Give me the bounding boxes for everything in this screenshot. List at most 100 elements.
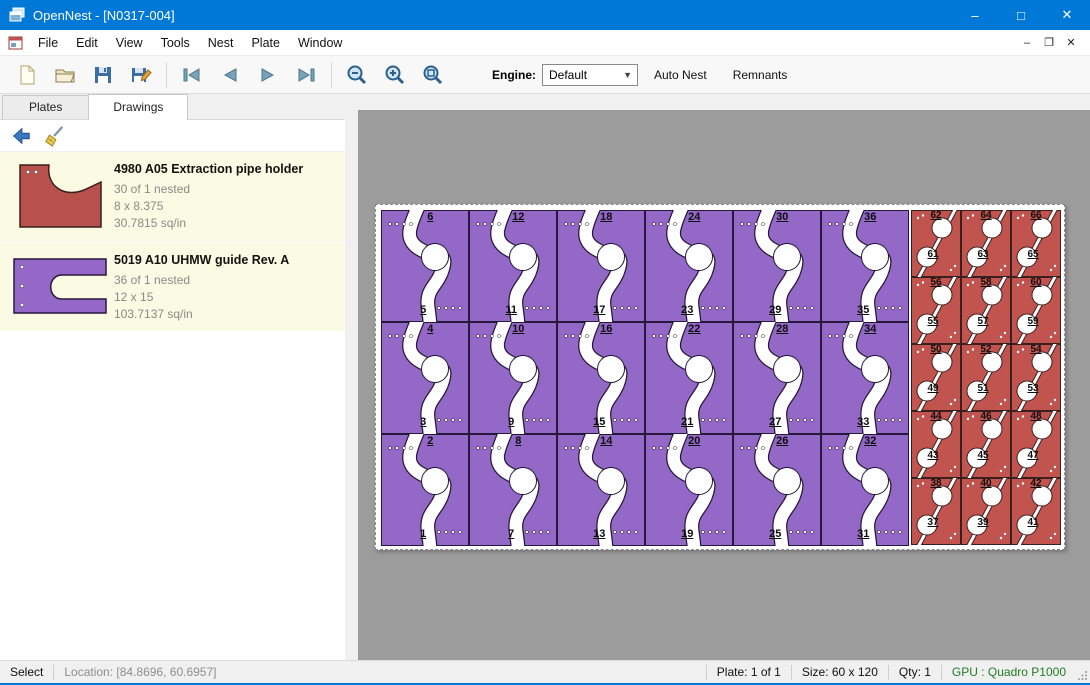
nested-part-pair[interactable]: 3433 xyxy=(821,322,909,434)
nested-part-pair[interactable]: 4241 xyxy=(1011,478,1061,545)
mdi-minimize-button[interactable]: – xyxy=(1016,37,1038,49)
broom-icon xyxy=(44,125,66,147)
save-as-button[interactable] xyxy=(122,59,160,91)
nested-part-pair[interactable]: 4645 xyxy=(961,411,1011,478)
nested-part-pair[interactable]: 2019 xyxy=(645,434,733,546)
nested-part-pair[interactable]: 65 xyxy=(381,210,469,322)
part-number: 62 xyxy=(930,210,941,221)
nested-part-pair[interactable]: 56 55 xyxy=(911,277,961,344)
clear-parts-button[interactable] xyxy=(38,122,72,150)
part-thumbnail-purple xyxy=(6,249,114,323)
nested-part-pair[interactable]: 10 9 xyxy=(469,322,557,434)
part-number: 9 xyxy=(508,416,514,428)
part-number: 1 xyxy=(420,528,426,540)
menu-nest[interactable]: Nest xyxy=(199,32,243,54)
nested-part-pair[interactable]: 3837 xyxy=(911,478,961,545)
nested-part-pair[interactable]: 6261 xyxy=(911,210,961,277)
part-number: 11 xyxy=(505,304,517,316)
part-number: 55 xyxy=(927,316,938,327)
part-list-item[interactable]: 4980 A05 Extraction pipe holder 30 of 1 … xyxy=(0,152,345,243)
nested-part-pair[interactable]: 1615 xyxy=(557,322,645,434)
nested-part-pair[interactable]: 2827 xyxy=(733,322,821,434)
part-number: 18 xyxy=(600,211,612,223)
status-mode: Select xyxy=(0,665,53,679)
part-number: 63 xyxy=(977,249,988,260)
auto-nest-button[interactable]: Auto Nest xyxy=(644,62,717,88)
menu-edit[interactable]: Edit xyxy=(67,32,107,54)
menu-file[interactable]: File xyxy=(29,32,67,54)
minimize-button[interactable]: – xyxy=(952,0,998,30)
menu-window[interactable]: Window xyxy=(289,32,351,54)
last-plate-button[interactable] xyxy=(287,59,325,91)
mdi-restore-button[interactable]: ❐ xyxy=(1038,36,1060,49)
nested-part-pair[interactable]: 1817 xyxy=(557,210,645,322)
engine-select[interactable]: Default ▼ xyxy=(542,64,638,86)
part-number: 57 xyxy=(977,316,988,327)
nested-part-pair[interactable]: 2221 xyxy=(645,322,733,434)
nested-part-pair[interactable]: 64 63 xyxy=(961,210,1011,277)
open-file-button[interactable] xyxy=(46,59,84,91)
part-list-item[interactable]: 5019 A10 UHMW guide Rev. A 36 of 1 neste… xyxy=(0,243,345,332)
zoom-out-button[interactable] xyxy=(338,59,376,91)
part-number: 35 xyxy=(857,304,869,316)
nested-part-pair[interactable]: 5251 xyxy=(961,344,1011,411)
nested-part-pair[interactable]: 5453 xyxy=(1011,344,1061,411)
part-number: 31 xyxy=(857,528,869,540)
nested-part-pair[interactable]: 2625 xyxy=(733,434,821,546)
resize-grip-icon[interactable] xyxy=(1076,661,1090,683)
nested-part-pair[interactable]: 6059 xyxy=(1011,277,1061,344)
return-part-button[interactable] xyxy=(4,122,38,150)
part-title: 4980 A05 Extraction pipe holder xyxy=(114,162,303,176)
title-bar: OpenNest - [N0317-004] – □ ✕ xyxy=(0,0,1090,30)
nested-part-pair[interactable]: 6665 xyxy=(1011,210,1061,277)
remnants-button[interactable]: Remnants xyxy=(723,62,798,88)
new-file-icon xyxy=(15,63,39,87)
part-number: 53 xyxy=(1027,383,1038,394)
nested-part-pair[interactable]: 1211 xyxy=(469,210,557,322)
menu-plate[interactable]: Plate xyxy=(242,32,289,54)
save-button[interactable] xyxy=(84,59,122,91)
nested-part-pair[interactable]: 3231 xyxy=(821,434,909,546)
part-number: 64 xyxy=(980,210,991,221)
mdi-close-button[interactable]: ✕ xyxy=(1060,36,1082,49)
previous-plate-button[interactable] xyxy=(211,59,249,91)
nested-part-pair[interactable]: 3635 xyxy=(821,210,909,322)
part-number: 49 xyxy=(927,383,938,394)
part-number: 59 xyxy=(1027,316,1038,327)
status-gpu: GPU : Quadro P1000 xyxy=(942,665,1076,679)
nested-part-pair[interactable]: 1413 xyxy=(557,434,645,546)
nested-part-pair[interactable]: 5857 xyxy=(961,277,1011,344)
nested-part-pair[interactable]: 4039 xyxy=(961,478,1011,545)
zoom-fit-button[interactable] xyxy=(414,59,452,91)
maximize-button[interactable]: □ xyxy=(998,0,1044,30)
part-number: 24 xyxy=(688,211,700,223)
nested-part-pair[interactable]: 87 xyxy=(469,434,557,546)
last-arrow-icon xyxy=(294,63,318,87)
part-number: 27 xyxy=(769,416,781,428)
part-number: 16 xyxy=(600,323,612,335)
nested-part-pair[interactable]: 4847 xyxy=(1011,411,1061,478)
nested-part-pair[interactable]: 4443 xyxy=(911,411,961,478)
menu-view[interactable]: View xyxy=(107,32,152,54)
document-icon xyxy=(8,36,23,50)
new-file-button[interactable] xyxy=(8,59,46,91)
nested-part-pair[interactable]: 3029 xyxy=(733,210,821,322)
nest-canvas[interactable]: 6512111817242330293635431091615222128273… xyxy=(358,110,1090,660)
part-number: 19 xyxy=(681,528,693,540)
tab-drawings[interactable]: Drawings xyxy=(88,94,188,120)
nested-part-pair[interactable]: 43 xyxy=(381,322,469,434)
zoom-in-button[interactable] xyxy=(376,59,414,91)
part-number: 48 xyxy=(1030,411,1041,422)
part-area: 103.7137 sq/in xyxy=(114,306,289,323)
menu-tools[interactable]: Tools xyxy=(152,32,199,54)
nested-part-pair[interactable]: 21 xyxy=(381,434,469,546)
part-number: 56 xyxy=(930,277,941,288)
part-number: 10 xyxy=(512,323,524,335)
close-button[interactable]: ✕ xyxy=(1044,0,1090,30)
nested-part-pair[interactable]: 5049 xyxy=(911,344,961,411)
plate[interactable]: 6512111817242330293635431091615222128273… xyxy=(375,204,1065,550)
first-plate-button[interactable] xyxy=(173,59,211,91)
tab-plates[interactable]: Plates xyxy=(2,95,89,119)
next-plate-button[interactable] xyxy=(249,59,287,91)
nested-part-pair[interactable]: 2423 xyxy=(645,210,733,322)
